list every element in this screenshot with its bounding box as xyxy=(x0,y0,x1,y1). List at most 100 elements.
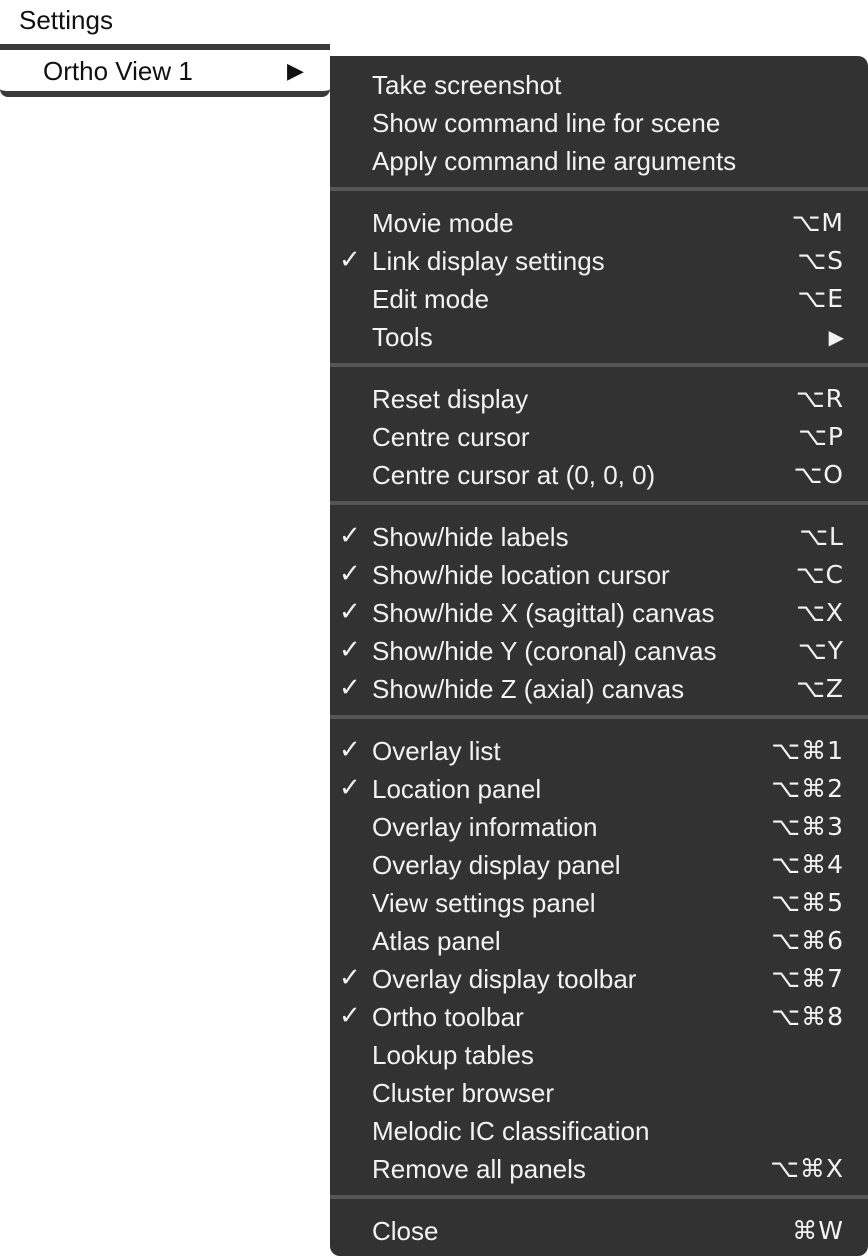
shortcut-label: ⌥P xyxy=(798,422,844,451)
menubar-title[interactable]: Settings xyxy=(0,0,330,44)
shortcut-label: ⌥C xyxy=(795,560,844,589)
menu-separator xyxy=(330,1195,868,1199)
menu-item-centre-cursor-origin[interactable]: Centre cursor at (0, 0, 0) ⌥O xyxy=(330,454,868,492)
menu-item-view-settings-panel[interactable]: View settings panel ⌥⌘5 xyxy=(330,882,868,920)
menu-item-label: Centre cursor at (0, 0, 0) xyxy=(372,460,656,490)
checkmark-icon: ✓ xyxy=(339,962,361,992)
menu-item-label: Reset display xyxy=(372,384,529,414)
shortcut-label: ⌥⌘6 xyxy=(771,926,844,955)
menu-item-label: Link display settings xyxy=(372,246,605,276)
menu-item-show-hide-location-cursor[interactable]: ✓ Show/hide location cursor ⌥C xyxy=(330,554,868,592)
shortcut-label: ⌥S xyxy=(797,246,844,275)
menu-item-centre-cursor[interactable]: Centre cursor ⌥P xyxy=(330,416,868,454)
menu-item-show-hide-x-canvas[interactable]: ✓ Show/hide X (sagittal) canvas ⌥X xyxy=(330,592,868,630)
menu-separator xyxy=(330,187,868,191)
menu-item-overlay-display-panel[interactable]: Overlay display panel ⌥⌘4 xyxy=(330,844,868,882)
ortho-view-submenu: Take screenshot Show command line for sc… xyxy=(330,56,868,1256)
menu-item-tools[interactable]: Tools ▶ xyxy=(330,316,868,354)
menu-item-overlay-display-toolbar[interactable]: ✓ Overlay display toolbar ⌥⌘7 xyxy=(330,958,868,996)
checkmark-icon: ✓ xyxy=(339,772,361,802)
shortcut-label: ⌥⌘1 xyxy=(771,736,844,765)
menu-item-label: Take screenshot xyxy=(372,70,562,100)
menu-item-label: Lookup tables xyxy=(372,1040,534,1070)
menu-item-label: Overlay display panel xyxy=(372,850,621,880)
settings-dropdown: Ortho View 1 ▶ xyxy=(0,44,330,97)
menu-item-label: Centre cursor xyxy=(372,422,530,452)
menu-item-label: Show command line for scene xyxy=(372,108,721,138)
menu-item-label: Show/hide Y (coronal) canvas xyxy=(372,636,717,666)
menu-item-label: Edit mode xyxy=(372,284,490,314)
checkmark-icon: ✓ xyxy=(339,634,361,664)
menu-item-ortho-view-1[interactable]: Ortho View 1 ▶ xyxy=(0,50,330,91)
menu-item-apply-command-line-arguments[interactable]: Apply command line arguments xyxy=(330,140,868,178)
shortcut-label: ⌥O xyxy=(793,460,844,489)
checkmark-icon: ✓ xyxy=(339,734,361,764)
checkmark-icon: ✓ xyxy=(339,244,361,274)
shortcut-label: ⌥Y xyxy=(797,636,844,665)
menu-item-show-command-line[interactable]: Show command line for scene xyxy=(330,102,868,140)
menu-separator xyxy=(330,501,868,505)
menu-item-edit-mode[interactable]: Edit mode ⌥E xyxy=(330,278,868,316)
shortcut-label: ⌥L xyxy=(799,522,844,551)
checkmark-icon: ✓ xyxy=(339,520,361,550)
settings-menu-label[interactable]: Settings xyxy=(19,5,113,36)
menu-item-overlay-list[interactable]: ✓ Overlay list ⌥⌘1 xyxy=(330,730,868,768)
menu-item-label: Show/hide X (sagittal) canvas xyxy=(372,598,715,628)
shortcut-label: ⌥⌘4 xyxy=(771,850,844,879)
checkmark-icon: ✓ xyxy=(339,596,361,626)
menu-item-label: Atlas panel xyxy=(372,926,501,956)
menu-item-close[interactable]: Close ⌘W xyxy=(330,1210,868,1248)
menu-item-link-display-settings[interactable]: ✓ Link display settings ⌥S xyxy=(330,240,868,278)
menu-item-label: Melodic IC classification xyxy=(372,1116,650,1146)
menu-item-label: Overlay list xyxy=(372,736,501,766)
menu-item-label: Overlay information xyxy=(372,812,598,842)
menu-item-show-hide-y-canvas[interactable]: ✓ Show/hide Y (coronal) canvas ⌥Y xyxy=(330,630,868,668)
checkmark-icon: ✓ xyxy=(339,558,361,588)
menu-item-label: Movie mode xyxy=(372,208,514,238)
menu-item-label: Remove all panels xyxy=(372,1154,586,1184)
menu-item-lookup-tables[interactable]: Lookup tables xyxy=(330,1034,868,1072)
shortcut-label: ⌥E xyxy=(797,284,844,313)
menu-item-label: Cluster browser xyxy=(372,1078,555,1108)
menu-item-show-hide-z-canvas[interactable]: ✓ Show/hide Z (axial) canvas ⌥Z xyxy=(330,668,868,706)
menu-item-label: Ortho toolbar xyxy=(372,1002,524,1032)
menu-item-label: Overlay display toolbar xyxy=(372,964,637,994)
menu-item-cluster-browser[interactable]: Cluster browser xyxy=(330,1072,868,1110)
menu-item-take-screenshot[interactable]: Take screenshot xyxy=(330,64,868,102)
shortcut-label: ⌥⌘5 xyxy=(771,888,844,917)
shortcut-label: ⌥R xyxy=(795,384,844,413)
menu-item-label: Close xyxy=(372,1216,439,1246)
menu-item-atlas-panel[interactable]: Atlas panel ⌥⌘6 xyxy=(330,920,868,958)
menu-item-label: Show/hide labels xyxy=(372,522,569,552)
menu-item-label: View settings panel xyxy=(372,888,596,918)
menu-item-overlay-information[interactable]: Overlay information ⌥⌘3 xyxy=(330,806,868,844)
shortcut-label: ⌥Z xyxy=(796,674,844,703)
menu-separator xyxy=(330,363,868,367)
submenu-arrow-icon: ▶ xyxy=(287,58,304,83)
menu-item-ortho-toolbar[interactable]: ✓ Ortho toolbar ⌥⌘8 xyxy=(330,996,868,1034)
submenu-arrow-icon: ▶ xyxy=(828,327,844,349)
shortcut-label: ⌥⌘7 xyxy=(771,964,844,993)
shortcut-label: ⌥⌘3 xyxy=(771,812,844,841)
menu-item-label: Ortho View 1 xyxy=(43,56,193,86)
menu-separator xyxy=(330,715,868,719)
shortcut-label: ⌥⌘X xyxy=(770,1154,844,1183)
menu-item-label: Show/hide Z (axial) canvas xyxy=(372,674,685,704)
menu-item-show-hide-labels[interactable]: ✓ Show/hide labels ⌥L xyxy=(330,516,868,554)
shortcut-label: ⌥M xyxy=(791,208,844,237)
menu-item-remove-all-panels[interactable]: Remove all panels ⌥⌘X xyxy=(330,1148,868,1186)
checkmark-icon: ✓ xyxy=(339,672,361,702)
shortcut-label: ⌘W xyxy=(792,1216,844,1245)
shortcut-label: ⌥⌘2 xyxy=(771,774,844,803)
menu-item-melodic-ic-classification[interactable]: Melodic IC classification xyxy=(330,1110,868,1148)
menu-item-label: Show/hide location cursor xyxy=(372,560,670,590)
menu-item-label: Apply command line arguments xyxy=(372,146,737,176)
shortcut-label: ⌥⌘8 xyxy=(771,1002,844,1031)
checkmark-icon: ✓ xyxy=(339,1000,361,1030)
menu-item-label: Location panel xyxy=(372,774,542,804)
menu-item-location-panel[interactable]: ✓ Location panel ⌥⌘2 xyxy=(330,768,868,806)
shortcut-label: ⌥X xyxy=(796,598,844,627)
menu-item-reset-display[interactable]: Reset display ⌥R xyxy=(330,378,868,416)
menu-item-label: Tools xyxy=(372,322,433,352)
menu-item-movie-mode[interactable]: Movie mode ⌥M xyxy=(330,202,868,240)
